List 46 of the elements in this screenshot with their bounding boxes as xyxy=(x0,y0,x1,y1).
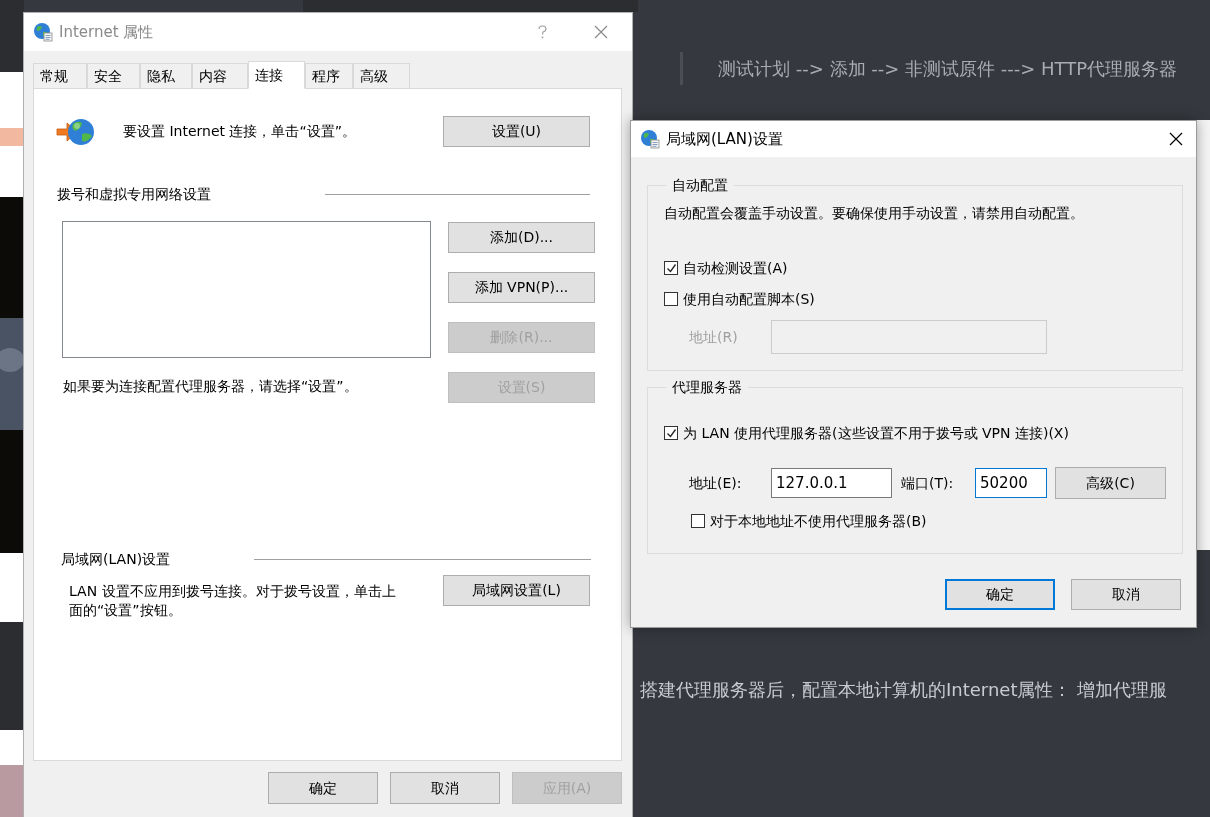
section-heading: 局域网(LAN)设置 xyxy=(61,549,171,569)
help-icon[interactable] xyxy=(538,25,547,39)
proxy-hint: 如果要为连接配置代理服务器，请选择“设置”。 xyxy=(63,377,359,396)
dialog-button[interactable]: 确定 xyxy=(268,772,378,804)
field-label: 端口(T): xyxy=(901,473,955,493)
auto-config-note: 自动配置会覆盖手动设置。要确保使用手动设置，请禁用自动配置。 xyxy=(664,204,1085,223)
section-heading: 拨号和虚拟专用网络设置 xyxy=(57,184,211,204)
tab[interactable]: 常规 xyxy=(33,63,87,88)
dialog-button[interactable]: 取消 xyxy=(1071,579,1181,610)
dialog-button[interactable]: 取消 xyxy=(390,772,500,804)
globe-icon xyxy=(640,129,660,149)
article-paragraph: 搭建代理服务器后，配置本地计算机的Internet属性： 增加代理服 xyxy=(640,679,1168,700)
input-field[interactable]: 50200 xyxy=(975,468,1047,498)
window-title: 局域网(LAN)设置 xyxy=(666,128,783,150)
setup-prompt: 要设置 Internet 连接，单击“设置”。 xyxy=(123,122,356,141)
window-title: Internet 属性 xyxy=(59,21,154,43)
dialup-button[interactable]: 添加 VPN(P)... xyxy=(448,272,595,303)
advanced-button[interactable]: 高级(C) xyxy=(1055,467,1166,499)
checkbox[interactable] xyxy=(691,514,705,528)
tab[interactable]: 隐私 xyxy=(140,63,192,88)
tab[interactable]: 高级 xyxy=(353,63,410,88)
option-label: 自动检测设置(A) xyxy=(683,258,788,278)
input-field[interactable]: 127.0.0.1 xyxy=(771,468,892,498)
lan-note: LAN 设置不应用到拨号连接。对于拨号设置，单击上面的“设置”按钮。 xyxy=(69,582,397,620)
checkbox[interactable] xyxy=(664,292,678,306)
tab[interactable]: 连接 xyxy=(248,61,305,89)
tab[interactable]: 安全 xyxy=(87,63,140,88)
checkbox[interactable] xyxy=(664,426,678,440)
field-label: 地址(E): xyxy=(689,473,743,493)
globe-icon xyxy=(33,22,53,42)
field-label: 地址(R) xyxy=(689,327,739,347)
option-label: 为 LAN 使用代理服务器(这些设置不用于拨号或 VPN 连接)(X) xyxy=(683,423,1069,443)
option-label: 对于本地地址不使用代理服务器(B) xyxy=(710,511,927,531)
input-field[interactable] xyxy=(771,320,1047,354)
dialog-button[interactable]: 确定 xyxy=(945,579,1055,610)
dialup-button[interactable]: 添加(D)... xyxy=(448,222,595,253)
quote-text: 测试计划 --> 添加 --> 非测试原件 ---> HTTP代理服务器 xyxy=(718,57,1178,81)
tab[interactable]: 内容 xyxy=(192,63,248,88)
group-legend: 代理服务器 xyxy=(666,377,748,397)
lan-settings-button[interactable]: 局域网设置(L) xyxy=(443,575,590,606)
tab[interactable]: 程序 xyxy=(305,63,353,88)
close-icon[interactable] xyxy=(1169,132,1183,146)
group-legend: 自动配置 xyxy=(666,175,734,195)
checkbox[interactable] xyxy=(664,261,678,275)
setup-button[interactable]: 设置(U) xyxy=(443,116,590,147)
option-label: 使用自动配置脚本(S) xyxy=(683,289,815,309)
